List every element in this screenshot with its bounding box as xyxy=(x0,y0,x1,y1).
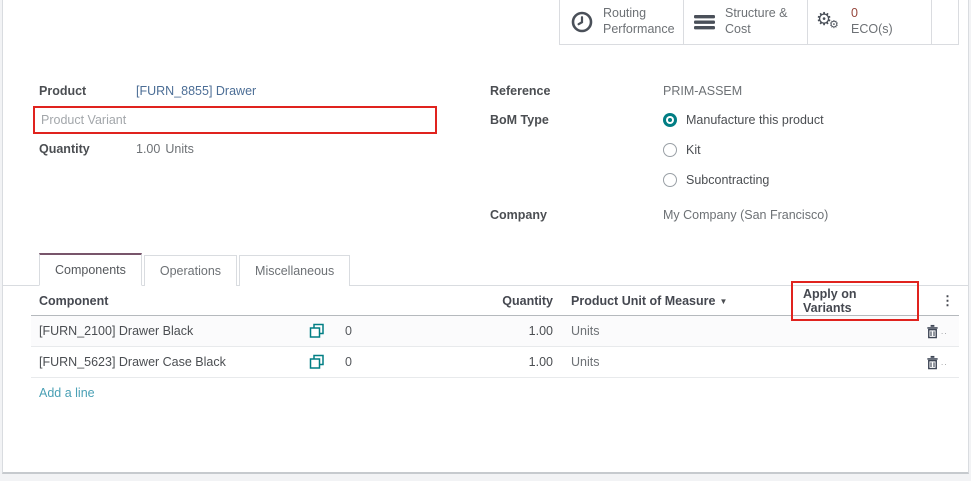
product-row: Product [FURN_8855] Drawer xyxy=(39,77,490,105)
row-component-cell[interactable]: [FURN_5623] Drawer Case Black xyxy=(31,355,303,369)
gears-icon: ⚙ ⚙ xyxy=(818,10,842,34)
row-uom-cell[interactable]: Units xyxy=(561,355,791,369)
row-uom-cell[interactable]: Units xyxy=(561,324,791,338)
radio-kit[interactable] xyxy=(663,143,677,157)
delete-row-button[interactable]: .. xyxy=(919,324,947,339)
radio-subcontracting[interactable] xyxy=(663,173,677,187)
add-a-line-link[interactable]: Add a line xyxy=(31,378,959,408)
radio-subcontracting-label: Subcontracting xyxy=(686,173,769,187)
eco-count: 0 xyxy=(851,6,893,22)
quantity-value[interactable]: 1.00 xyxy=(136,142,160,156)
caret-down-icon: ▼ xyxy=(719,297,727,306)
variant-count-badge: 0 xyxy=(331,355,371,369)
apply-on-variants-annotation-box: Apply on Variants xyxy=(791,281,919,321)
trash-dots: .. xyxy=(941,327,947,336)
form-sheet: Routing Performance xyxy=(2,0,969,474)
radio-manufacture[interactable] xyxy=(663,113,677,127)
product-value-link[interactable]: [FURN_8855] Drawer xyxy=(136,84,256,98)
company-row: Company My Company (San Francisco) xyxy=(490,201,932,229)
tab-operations[interactable]: Operations xyxy=(144,255,237,286)
quantity-row: Quantity 1.00 Units xyxy=(39,135,490,163)
components-table: Component Quantity Product Unit of Measu… xyxy=(31,286,959,408)
company-label: Company xyxy=(490,208,663,222)
smart-button-box: Routing Performance xyxy=(559,0,959,45)
bom-type-kit-row: Kit xyxy=(490,135,932,165)
form-left-column: Product [FURN_8855] Drawer Product Varia… xyxy=(39,77,490,251)
list-bars-icon xyxy=(694,11,716,33)
bom-type-label: BoM Type xyxy=(490,113,663,127)
bom-form-page: Routing Performance xyxy=(0,0,971,481)
header-uom[interactable]: Product Unit of Measure▼ xyxy=(561,294,791,308)
optional-columns-icon[interactable]: ⋮ xyxy=(941,293,959,309)
radio-manufacture-label: Manufacture this product xyxy=(686,113,824,127)
delete-row-button[interactable]: .. xyxy=(919,355,947,370)
bom-type-row: BoM Type Manufacture this product xyxy=(490,105,932,135)
tab-miscellaneous[interactable]: Miscellaneous xyxy=(239,255,350,286)
product-variant-annotation-box: Product Variant xyxy=(33,106,437,134)
radio-kit-label: Kit xyxy=(686,143,701,157)
copy-icon[interactable] xyxy=(309,354,325,370)
product-variant-row: Product Variant xyxy=(39,105,490,135)
table-row: [FURN_2100] Drawer Black 0 1.00 Units xyxy=(31,316,959,347)
header-component: Component xyxy=(31,294,303,308)
bom-type-subcontracting-row: Subcontracting xyxy=(490,165,932,195)
row-component-cell[interactable]: [FURN_2100] Drawer Black xyxy=(31,324,303,338)
form-right-column: Reference PRIM-ASSEM BoM Type Manufactur… xyxy=(490,77,932,251)
variant-count-badge: 0 xyxy=(331,324,371,338)
row-quantity-cell[interactable]: 1.00 xyxy=(371,355,561,369)
reference-value[interactable]: PRIM-ASSEM xyxy=(663,84,742,98)
routing-performance-button[interactable]: Routing Performance xyxy=(559,0,683,44)
copy-icon[interactable] xyxy=(309,323,325,339)
product-variant-field[interactable]: Product Variant xyxy=(41,113,126,127)
header-quantity: Quantity xyxy=(371,294,561,308)
table-row: [FURN_5623] Drawer Case Black 0 1.00 Uni… xyxy=(31,347,959,378)
eco-button[interactable]: ⚙ ⚙ 0 ECO(s) xyxy=(807,0,931,44)
structure-cost-button[interactable]: Structure & Cost xyxy=(683,0,807,44)
eco-label: 0 ECO(s) xyxy=(851,6,893,37)
reference-label: Reference xyxy=(490,84,663,98)
quantity-uom: Units xyxy=(165,142,193,156)
trash-dots: .. xyxy=(941,358,947,367)
structure-cost-label: Structure & Cost xyxy=(725,6,788,37)
button-box-spacer xyxy=(931,0,958,44)
reference-row: Reference PRIM-ASSEM xyxy=(490,77,932,105)
row-quantity-cell[interactable]: 1.00 xyxy=(371,324,561,338)
form-fields: Product [FURN_8855] Drawer Product Varia… xyxy=(3,45,968,251)
quantity-label: Quantity xyxy=(39,142,136,156)
clock-icon xyxy=(570,10,594,34)
tab-components[interactable]: Components xyxy=(39,253,142,286)
smart-button-bar: Routing Performance xyxy=(3,0,968,45)
header-apply-on-variants: Apply on Variants xyxy=(791,281,919,321)
company-value[interactable]: My Company (San Francisco) xyxy=(663,208,828,222)
table-header-row: Component Quantity Product Unit of Measu… xyxy=(31,286,959,316)
product-label: Product xyxy=(39,84,136,98)
routing-performance-label: Routing Performance xyxy=(603,6,675,37)
